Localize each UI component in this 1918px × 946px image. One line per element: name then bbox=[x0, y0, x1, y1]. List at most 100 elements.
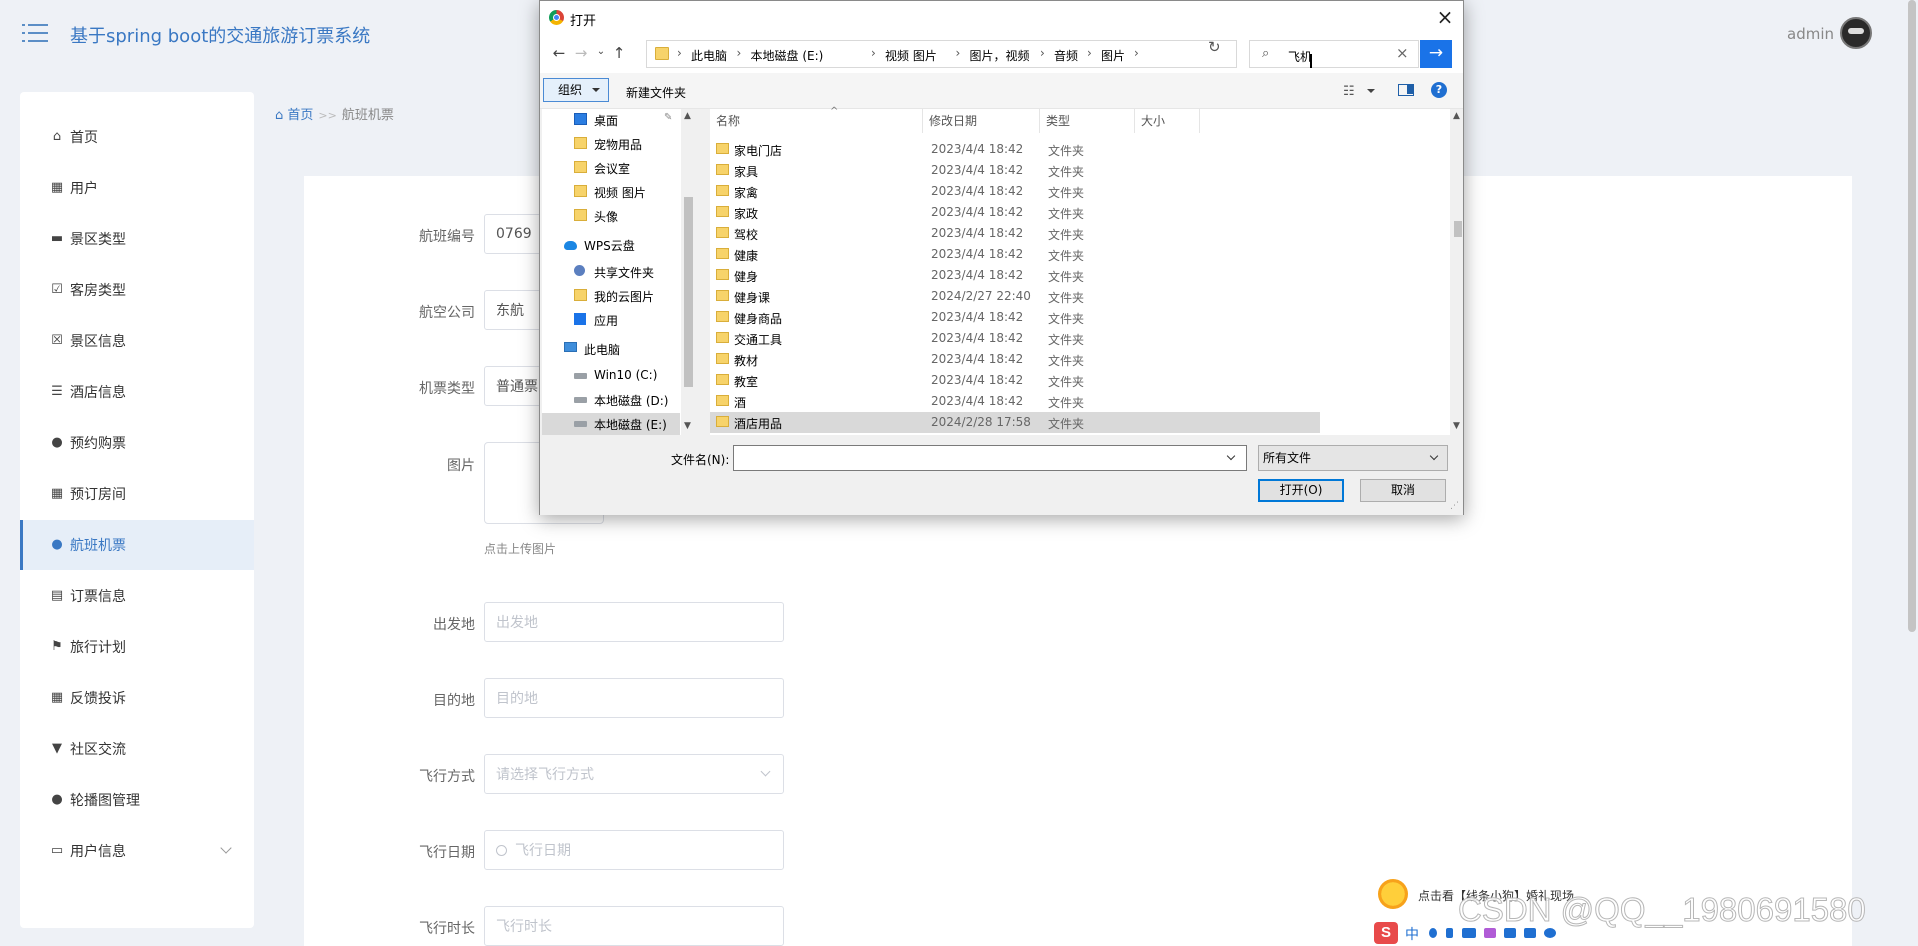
column-date[interactable]: 修改日期 bbox=[929, 113, 977, 133]
back-icon[interactable]: ← bbox=[550, 44, 568, 62]
tree-scrollbar[interactable]: ▲ ▼ bbox=[681, 109, 696, 435]
file-row[interactable]: 家政 2023/4/4 18:42 文件夹 bbox=[710, 202, 1320, 223]
file-row[interactable]: 酒 2023/4/4 18:42 文件夹 bbox=[710, 391, 1320, 412]
path-segment[interactable]: 图片 bbox=[1101, 47, 1125, 64]
punctuation-icon[interactable] bbox=[1429, 928, 1437, 938]
tree-item[interactable]: WPS云盘 bbox=[542, 234, 680, 256]
column-size[interactable]: 大小 bbox=[1141, 113, 1165, 133]
menu-toggle-icon[interactable] bbox=[22, 22, 48, 44]
game-icon[interactable] bbox=[1504, 928, 1516, 938]
pin-icon[interactable]: ✎ bbox=[664, 112, 672, 123]
sidebar-item[interactable]: ⚑ 旅行计划 bbox=[20, 622, 254, 672]
duration-input[interactable]: 飞行时长 bbox=[484, 906, 784, 946]
scroll-down-icon[interactable]: ▼ bbox=[1453, 421, 1460, 431]
sidebar-item[interactable]: ▬ 景区类型 bbox=[20, 214, 254, 264]
search-input[interactable]: ⌕ 飞机 × bbox=[1249, 40, 1419, 68]
tree-item[interactable]: 本地磁盘 (E:) bbox=[542, 413, 680, 435]
path-segment[interactable]: 此电脑 bbox=[691, 47, 727, 64]
column-divider[interactable] bbox=[1199, 109, 1200, 133]
sidebar-item[interactable]: ☒ 景区信息 bbox=[20, 316, 254, 366]
scroll-up-icon[interactable]: ▲ bbox=[684, 111, 691, 121]
resize-grip-icon[interactable]: ⋰ bbox=[1450, 501, 1459, 511]
help-icon[interactable]: ? bbox=[1431, 82, 1447, 98]
breadcrumb-home[interactable]: ⌂ 首页 bbox=[275, 108, 313, 123]
sidebar-item[interactable]: ▼ 社区交流 bbox=[20, 724, 254, 774]
tree-item[interactable]: Win10 (C:) bbox=[542, 365, 680, 387]
sidebar-item[interactable]: ● 轮播图管理 bbox=[20, 775, 254, 825]
keyboard-icon[interactable] bbox=[1462, 928, 1476, 938]
path-separator-icon[interactable]: › bbox=[1134, 46, 1139, 60]
sogou-icon[interactable]: S bbox=[1374, 922, 1398, 944]
file-row[interactable]: 健康 2023/4/4 18:42 文件夹 bbox=[710, 244, 1320, 265]
column-name[interactable]: 名称 bbox=[716, 113, 740, 133]
column-divider[interactable] bbox=[1134, 109, 1135, 133]
tree-item[interactable]: 共享文件夹 bbox=[542, 261, 680, 283]
filename-input[interactable] bbox=[733, 445, 1247, 471]
clear-icon[interactable]: × bbox=[1396, 44, 1409, 62]
sidebar-item[interactable]: ▦ 反馈投诉 bbox=[20, 673, 254, 723]
sidebar-item[interactable]: ☑ 客房类型 bbox=[20, 265, 254, 315]
sidebar-item[interactable]: ● 预约购票 bbox=[20, 418, 254, 468]
up-icon[interactable]: ↑ bbox=[610, 44, 628, 62]
file-row[interactable]: 酒店用品 2024/2/28 17:58 文件夹 bbox=[710, 412, 1320, 433]
column-divider[interactable] bbox=[922, 109, 923, 133]
organize-button[interactable]: 组织 bbox=[543, 78, 609, 102]
page-scroll-thumb[interactable] bbox=[1908, 0, 1916, 632]
tree-item[interactable]: 应用 bbox=[542, 309, 680, 331]
preview-pane-icon[interactable] bbox=[1398, 84, 1414, 96]
file-row[interactable]: 家具 2023/4/4 18:42 文件夹 bbox=[710, 160, 1320, 181]
path-separator-icon[interactable]: › bbox=[677, 46, 682, 60]
chevron-down-icon[interactable] bbox=[1226, 451, 1236, 461]
recent-locations-icon[interactable]: ⌄ bbox=[592, 46, 610, 57]
destination-input[interactable]: 目的地 bbox=[484, 678, 784, 718]
sidebar-item[interactable]: ● 航班机票 bbox=[20, 520, 254, 570]
file-row[interactable]: 健身商品 2023/4/4 18:42 文件夹 bbox=[710, 307, 1320, 328]
tree-item[interactable]: 此电脑 bbox=[542, 338, 680, 360]
file-row[interactable]: 健身 2023/4/4 18:42 文件夹 bbox=[710, 265, 1320, 286]
user-name[interactable]: admin bbox=[1787, 25, 1834, 43]
file-row[interactable]: 家电门店 2023/4/4 18:42 文件夹 bbox=[710, 139, 1320, 160]
sidebar-item[interactable]: ⌂ 首页 bbox=[20, 112, 254, 162]
tree-item[interactable]: 视频 图片 bbox=[542, 181, 680, 203]
tree-scroll-thumb[interactable] bbox=[684, 197, 693, 387]
file-list-scrollbar[interactable]: ▲ ▼ bbox=[1453, 109, 1463, 435]
file-row[interactable]: 教室 2023/4/4 18:42 文件夹 bbox=[710, 370, 1320, 391]
path-segment[interactable]: 本地磁盘 (E:) bbox=[751, 47, 824, 64]
column-divider[interactable] bbox=[1039, 109, 1040, 133]
path-separator-icon[interactable]: › bbox=[956, 46, 961, 60]
path-separator-icon[interactable]: › bbox=[1087, 46, 1092, 60]
caret-down-icon[interactable] bbox=[1367, 89, 1375, 93]
sidebar-item[interactable]: ☰ 酒店信息 bbox=[20, 367, 254, 417]
path-segment[interactable]: 视频 图片 bbox=[885, 47, 937, 64]
file-list-scroll-thumb[interactable] bbox=[1454, 221, 1462, 237]
close-icon[interactable]: × bbox=[1435, 7, 1455, 27]
flight-mode-select[interactable]: 请选择飞行方式 bbox=[484, 754, 784, 794]
ime-toolbar[interactable]: S 中 bbox=[1374, 922, 1596, 944]
departure-input[interactable]: 出发地 bbox=[484, 602, 784, 642]
view-options-icon[interactable]: ☷ bbox=[1343, 84, 1355, 99]
avatar[interactable] bbox=[1840, 17, 1872, 49]
tree-item[interactable]: 我的云图片 bbox=[542, 285, 680, 307]
upload-hint[interactable]: 点击上传图片 bbox=[484, 540, 556, 557]
airline-input[interactable]: 东航 bbox=[484, 290, 544, 330]
path-separator-icon[interactable]: › bbox=[1040, 46, 1045, 60]
column-type[interactable]: 类型 bbox=[1046, 113, 1070, 133]
tree-item[interactable]: 会议室 bbox=[542, 157, 680, 179]
address-bar[interactable]: › 此电脑 › 本地磁盘 (E:) › 视频 图片 › 图片，视频 › 音频 › 图片 › bbox=[646, 40, 1296, 68]
microphone-icon[interactable] bbox=[1446, 928, 1453, 938]
file-row[interactable]: 交通工具 2023/4/4 18:42 文件夹 bbox=[710, 328, 1320, 349]
dialog-titlebar[interactable]: 打开 × bbox=[540, 1, 1463, 35]
settings-icon[interactable] bbox=[1544, 928, 1556, 938]
apps-icon[interactable] bbox=[1524, 928, 1536, 938]
file-row[interactable]: 家禽 2023/4/4 18:42 文件夹 bbox=[710, 181, 1320, 202]
flight-no-input[interactable]: 0769 bbox=[484, 214, 544, 254]
sidebar-item[interactable]: ▤ 订票信息 bbox=[20, 571, 254, 621]
ime-mode[interactable]: 中 bbox=[1405, 924, 1419, 944]
search-go-button[interactable]: → bbox=[1420, 40, 1452, 68]
scroll-down-icon[interactable]: ▼ bbox=[684, 421, 691, 431]
path-separator-icon[interactable]: › bbox=[871, 46, 876, 60]
tree-item[interactable]: 桌面 ✎ bbox=[542, 109, 680, 131]
refresh-icon[interactable]: ↻ bbox=[1208, 38, 1221, 56]
tree-item[interactable]: 本地磁盘 (D:) bbox=[542, 389, 680, 411]
cancel-button[interactable]: 取消 bbox=[1360, 479, 1446, 502]
